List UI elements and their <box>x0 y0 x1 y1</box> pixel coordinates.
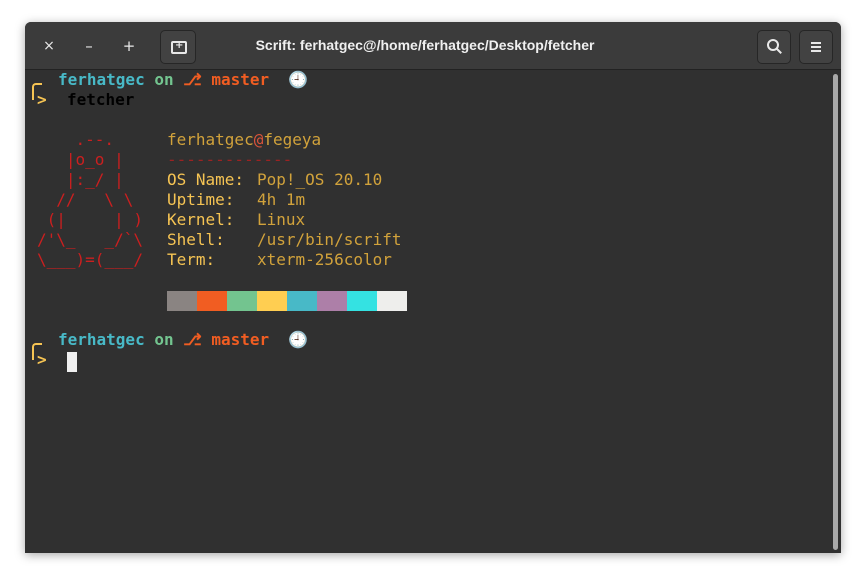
prompt-on: on <box>154 70 174 89</box>
ascii-art-line: |:_/ | <box>37 170 124 189</box>
new-tab-button[interactable]: + <box>160 30 196 64</box>
fetch-value: Pop!_OS 20.10 <box>257 170 383 189</box>
fetch-key: Term: <box>167 250 216 269</box>
palette-swatch <box>257 291 287 311</box>
prompt-arrow: > <box>37 90 47 109</box>
fetch-host: fegeya <box>263 130 322 149</box>
git-branch-icon: ⎇ <box>183 330 202 349</box>
fetch-value: /usr/bin/scrift <box>257 230 402 249</box>
ascii-art-line: |o_o | <box>37 150 124 169</box>
prompt-arrow: > <box>37 350 47 369</box>
fetch-value: 4h 1m <box>257 190 306 209</box>
close-icon[interactable]: × <box>37 34 61 58</box>
hamburger-menu-icon <box>811 42 821 44</box>
menu-button[interactable] <box>799 30 833 64</box>
ascii-art-line: (| | ) <box>37 210 143 229</box>
window-title: Scrift: ferhatgec@/home/ferhatgec/Deskto… <box>255 37 595 53</box>
fetch-user: ferhatgec <box>167 130 254 149</box>
terminal-window: × – + + Scrift: ferhatgec@/home/ferhatge… <box>25 22 841 553</box>
new-tab-plus-icon: + <box>175 40 184 51</box>
fetch-value: xterm-256color <box>257 250 392 269</box>
prompt-branch: master <box>211 70 270 89</box>
command-text: fetcher <box>67 90 135 109</box>
prompt-user: ferhatgec <box>58 70 145 89</box>
prompt-branch: master <box>211 330 270 349</box>
palette-swatch <box>377 291 407 311</box>
scrollbar[interactable] <box>833 74 838 550</box>
prompt-line: ferhatgec on ⎇ master 🕘 <box>58 70 308 90</box>
fetch-key: Kernel: <box>167 210 235 229</box>
minimize-icon[interactable]: – <box>77 34 101 58</box>
terminal-area[interactable]: ferhatgec on ⎇ master 🕘 > fetcher .--. |… <box>25 70 841 553</box>
prompt-line: ferhatgec on ⎇ master 🕘 <box>58 330 308 350</box>
fetch-key: Shell: <box>167 230 225 249</box>
prompt-on: on <box>154 330 174 349</box>
hamburger-menu-icon <box>811 46 821 48</box>
git-branch-icon: ⎇ <box>183 70 202 89</box>
palette-swatch <box>227 291 257 311</box>
ascii-art-line: .--. <box>37 130 115 149</box>
fetch-at: @ <box>253 130 264 149</box>
clock-icon: 🕘 <box>288 330 309 349</box>
hamburger-menu-icon <box>811 50 821 52</box>
ascii-art-line: // \ \ <box>37 190 134 209</box>
palette-swatch <box>347 291 377 311</box>
palette-swatch <box>317 291 347 311</box>
fetch-separator: ------------- <box>167 150 293 169</box>
prompt-user: ferhatgec <box>58 330 145 349</box>
title-bar[interactable]: × – + + Scrift: ferhatgec@/home/ferhatge… <box>25 22 841 70</box>
fetch-key: OS Name: <box>167 170 245 189</box>
text-cursor <box>67 352 77 372</box>
palette-swatch <box>287 291 317 311</box>
search-icon-handle <box>776 48 782 54</box>
clock-icon: 🕘 <box>288 70 309 89</box>
search-button[interactable] <box>757 30 791 64</box>
ascii-art-line: /'\_ _/`\ <box>37 230 143 249</box>
ascii-art-line: \___)=(___/ <box>37 250 143 269</box>
fetch-header: ferhatgec@fegeya <box>167 130 321 150</box>
palette-swatch <box>167 291 197 311</box>
palette-swatch <box>197 291 227 311</box>
maximize-icon[interactable]: + <box>117 34 141 58</box>
fetch-key: Uptime: <box>167 190 235 209</box>
fetch-value: Linux <box>257 210 306 229</box>
